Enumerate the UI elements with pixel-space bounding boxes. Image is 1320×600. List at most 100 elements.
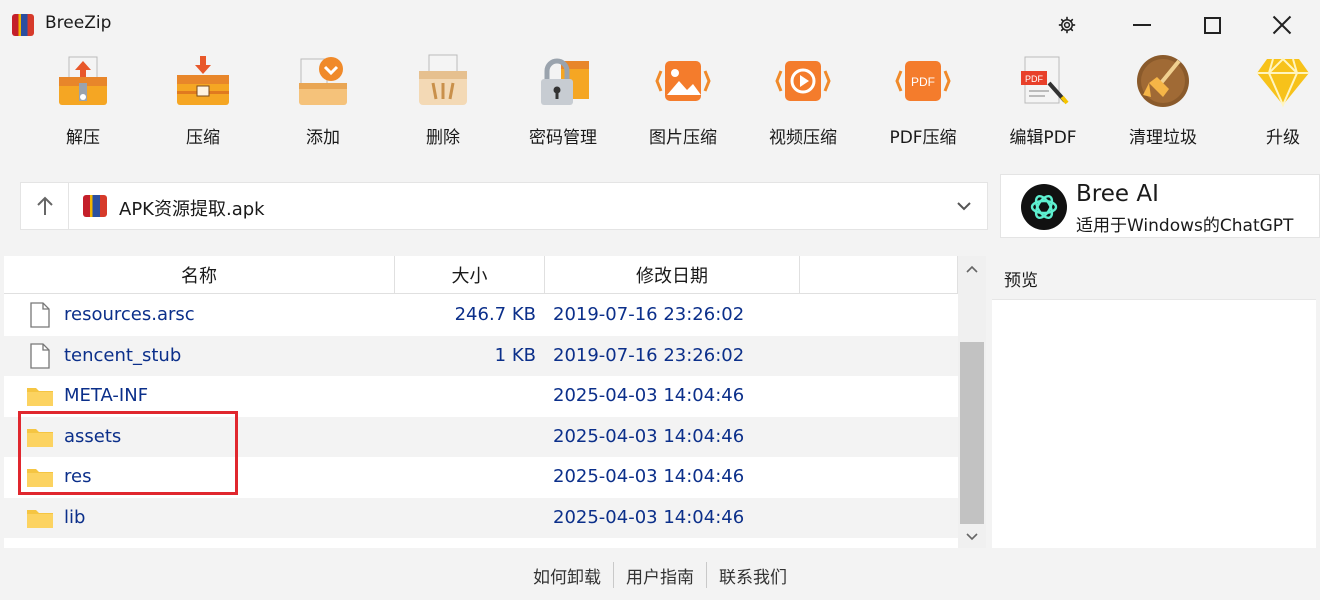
minimize-button[interactable] <box>1118 0 1166 50</box>
delete-button[interactable]: 删除 <box>388 53 498 153</box>
maximize-icon <box>1203 16 1221 34</box>
extract-button[interactable]: 解压 <box>28 53 138 153</box>
compress-icon <box>177 56 229 105</box>
file-name: resources.arsc <box>64 304 195 325</box>
file-modified: 2025-04-03 14:04:46 <box>553 506 745 528</box>
edit-pdf-icon: PDF <box>1021 56 1069 105</box>
file-modified: 2025-04-03 14:04:46 <box>553 425 745 447</box>
close-button[interactable] <box>1258 0 1306 50</box>
tool-label: 压缩 <box>186 128 220 148</box>
file-name: res <box>64 466 92 487</box>
app-logo-icon <box>12 14 34 36</box>
file-icon <box>30 302 50 328</box>
column-header-name[interactable]: 名称 <box>4 256 395 294</box>
archive-icon <box>83 195 107 217</box>
tool-label: 升级 <box>1266 128 1300 148</box>
pdf-compress-icon: PDF <box>895 61 951 101</box>
column-header-blank <box>800 256 958 294</box>
table-row[interactable]: tencent_stub 1 KB 2019-07-16 23:26:02 <box>4 335 958 376</box>
tool-label: 密码管理 <box>529 128 597 148</box>
footer-link-uninstall[interactable]: 如何卸载 <box>521 563 613 588</box>
path-bar: APK资源提取.apk <box>20 182 988 230</box>
file-modified: 2025-04-03 14:04:46 <box>553 466 745 487</box>
footer: 如何卸载 用户指南 联系我们 <box>0 550 1320 600</box>
chevron-up-icon <box>966 265 978 273</box>
tool-label: 解压 <box>66 128 100 148</box>
table-row[interactable]: res 2025-04-03 14:04:46 <box>4 457 958 498</box>
settings-button[interactable] <box>1048 0 1086 50</box>
gear-icon <box>1058 16 1076 34</box>
upgrade-button[interactable]: 升级 <box>1228 53 1320 153</box>
folder-icon <box>27 469 53 487</box>
video-compress-icon <box>775 61 831 101</box>
chevron-down-icon <box>966 533 978 541</box>
maximize-button[interactable] <box>1188 0 1236 50</box>
title-bar: BreeZip <box>0 0 1320 50</box>
delete-icon <box>419 54 467 105</box>
clean-junk-button[interactable]: 清理垃圾 <box>1108 53 1218 153</box>
tool-label: 图片压缩 <box>649 128 717 148</box>
arrow-up-icon <box>36 196 53 215</box>
file-icon <box>30 342 50 369</box>
password-manager-button[interactable]: 密码管理 <box>508 53 618 153</box>
tool-label: PDF压缩 <box>889 128 957 148</box>
folder-icon <box>27 509 53 528</box>
file-name: tencent_stub <box>64 344 182 366</box>
table-row[interactable]: resources.arsc 246.7 KB 2019-07-16 23:26… <box>4 295 958 336</box>
image-compress-button[interactable]: 图片压缩 <box>628 53 738 153</box>
up-directory-button[interactable] <box>21 183 69 229</box>
chevron-down-icon[interactable] <box>953 195 975 217</box>
scroll-up-button[interactable] <box>958 256 986 282</box>
file-modified: 2019-07-16 23:26:02 <box>553 304 745 325</box>
chatgpt-logo-icon <box>1021 184 1067 230</box>
extract-icon <box>59 56 107 105</box>
bree-ai-panel[interactable]: Bree AI 适用于Windows的ChatGPT <box>1000 174 1320 238</box>
password-lock-icon <box>541 58 589 105</box>
tool-label: 删除 <box>426 128 460 148</box>
file-name: META-INF <box>64 385 149 406</box>
tool-label: 添加 <box>306 128 340 148</box>
add-button[interactable]: 添加 <box>268 53 378 153</box>
video-compress-button[interactable]: 视频压缩 <box>748 53 858 153</box>
folder-icon <box>27 428 53 447</box>
file-size: 1 KB <box>494 344 536 366</box>
current-path: APK资源提取.apk <box>119 199 265 220</box>
column-header-size[interactable]: 大小 <box>395 256 545 294</box>
table-row[interactable]: META-INF 2025-04-03 14:04:46 <box>4 376 958 417</box>
toolbar: 解压 压缩 添加 删除 密码管理 图片压缩 视频压缩 PDF PDF压缩 PDF… <box>0 50 1320 160</box>
file-modified: 2019-07-16 23:26:02 <box>553 344 745 366</box>
pdf-compress-button[interactable]: PDF PDF压缩 <box>868 53 978 153</box>
file-name: lib <box>64 506 86 528</box>
pdf-badge-text: PDF <box>911 75 935 89</box>
footer-link-user-guide[interactable]: 用户指南 <box>614 563 706 588</box>
preview-pane: 预览 <box>992 256 1316 548</box>
footer-link-contact[interactable]: 联系我们 <box>707 563 799 588</box>
file-list: 名称 大小 修改日期 resources.arsc 246.7 KB 2019-… <box>4 256 986 548</box>
file-size: 246.7 KB <box>454 304 536 325</box>
minimize-icon <box>1133 24 1151 26</box>
app-title: BreeZip <box>45 13 112 33</box>
scroll-down-button[interactable] <box>958 524 986 550</box>
table-row[interactable]: assets 2025-04-03 14:04:46 <box>4 416 958 457</box>
table-row[interactable]: lib 2025-04-03 14:04:46 <box>4 497 958 538</box>
image-compress-icon <box>655 61 711 101</box>
edit-pdf-button[interactable]: PDF 编辑PDF <box>988 53 1098 153</box>
add-icon <box>299 57 347 105</box>
vertical-scrollbar[interactable] <box>958 256 986 548</box>
pdf-badge-text: PDF <box>1025 74 1044 84</box>
tool-label: 编辑PDF <box>1009 128 1077 148</box>
tool-label: 清理垃圾 <box>1129 128 1197 148</box>
diamond-icon <box>1257 57 1309 108</box>
broom-icon <box>1137 55 1189 107</box>
compress-button[interactable]: 压缩 <box>148 53 258 153</box>
ai-subtitle: 适用于Windows的ChatGPT <box>1076 216 1294 236</box>
file-name: assets <box>64 425 122 447</box>
column-header-modified[interactable]: 修改日期 <box>545 256 800 294</box>
folder-icon <box>27 388 53 406</box>
tool-label: 视频压缩 <box>769 128 837 148</box>
file-modified: 2025-04-03 14:04:46 <box>553 385 745 406</box>
preview-title: 预览 <box>992 256 1316 300</box>
scrollbar-thumb[interactable] <box>960 342 984 524</box>
file-rows: resources.arsc 246.7 KB 2019-07-16 23:26… <box>4 295 958 538</box>
close-icon <box>1272 15 1292 35</box>
